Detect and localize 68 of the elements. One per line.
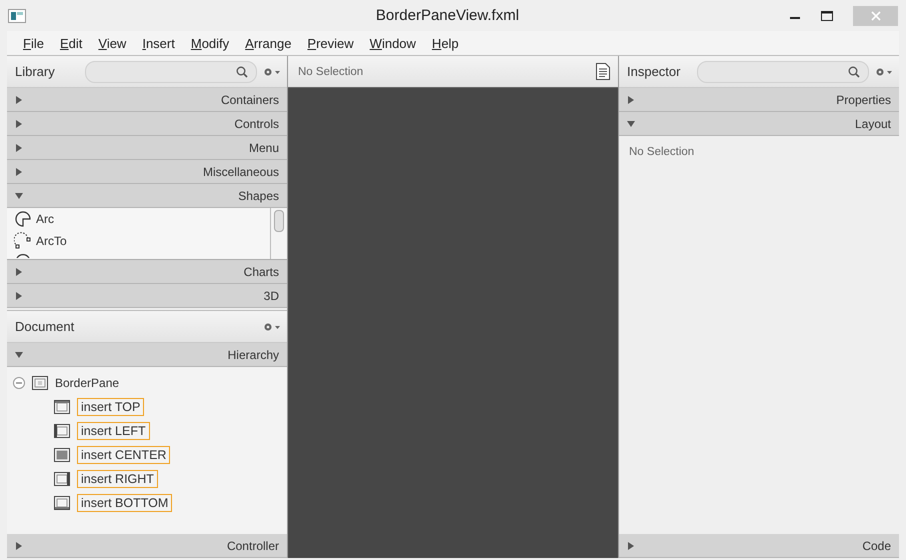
menu-item[interactable]: View	[90, 36, 134, 50]
search-icon	[848, 66, 860, 78]
menu-item[interactable]: Insert	[134, 36, 183, 50]
section-header[interactable]: 3D	[7, 284, 287, 308]
section-header[interactable]: Properties	[619, 88, 899, 112]
shape-icon	[14, 252, 32, 258]
section-header[interactable]: Menu	[7, 136, 287, 160]
section-header[interactable]: Code	[619, 534, 899, 558]
layout-icon	[53, 471, 71, 487]
drop-target[interactable]: insert LEFT	[77, 422, 150, 440]
collapse-icon[interactable]	[13, 377, 25, 389]
collapse-arrow-icon	[15, 192, 23, 200]
section-header[interactable]: Containers	[7, 88, 287, 112]
menu-item[interactable]: Edit	[52, 36, 90, 50]
section-header[interactable]: Layout	[619, 112, 899, 136]
layout-icon	[53, 495, 71, 511]
menu-item[interactable]: File	[15, 36, 52, 50]
section-header[interactable]: Charts	[7, 260, 287, 284]
layout-icon	[53, 447, 71, 463]
expand-arrow-icon	[15, 292, 23, 300]
menu-item[interactable]: Modify	[182, 36, 238, 50]
maximize-icon[interactable]	[821, 10, 833, 20]
arc-icon	[14, 210, 32, 228]
settings-icon[interactable]	[875, 66, 893, 76]
expand-arrow-icon	[15, 542, 23, 550]
menu-item[interactable]: Arrange	[237, 36, 300, 50]
menu-item[interactable]: Preview	[299, 36, 362, 50]
expand-arrow-icon	[15, 268, 23, 276]
status-text: No Selection	[628, 145, 696, 160]
collapse-arrow-icon	[627, 120, 635, 128]
drop-target[interactable]: insert TOP	[77, 398, 144, 416]
menu-item[interactable]: Help	[424, 36, 467, 50]
expand-arrow-icon	[15, 144, 23, 152]
expand-arrow-icon	[627, 96, 635, 104]
drop-target[interactable]: insert RIGHT	[77, 470, 158, 488]
layout-icon	[53, 423, 71, 439]
section-header[interactable]: Controls	[7, 112, 287, 136]
panel-title: Inspector	[627, 64, 682, 79]
scrollbar[interactable]	[270, 208, 287, 259]
tree-item[interactable]: BorderPane	[55, 376, 120, 390]
status-text: No Selection	[298, 66, 364, 78]
expand-arrow-icon	[15, 120, 23, 128]
search-field[interactable]	[85, 60, 257, 82]
panel-title: Document	[15, 319, 76, 334]
app-icon	[8, 8, 26, 22]
layout-icon	[31, 375, 49, 391]
panel-title: Library	[15, 64, 56, 79]
layout-icon	[53, 399, 71, 415]
section-header[interactable]: Controller	[7, 534, 287, 558]
expand-arrow-icon	[15, 96, 23, 104]
menu-item[interactable]: Window	[362, 36, 424, 50]
collapse-arrow-icon	[15, 350, 23, 358]
expand-arrow-icon	[15, 168, 23, 176]
section-header[interactable]: Hierarchy	[7, 343, 287, 367]
search-field[interactable]	[697, 60, 869, 82]
drop-target[interactable]: insert CENTER	[77, 446, 170, 464]
drop-target[interactable]: insert BOTTOM	[77, 494, 172, 512]
expand-arrow-icon	[627, 542, 635, 550]
library-item[interactable]: Arc	[36, 212, 54, 226]
library-item[interactable]: ArcTo	[36, 234, 67, 248]
search-icon	[236, 66, 248, 78]
window-title: BorderPaneView.fxml	[374, 7, 520, 24]
section-header[interactable]: Shapes	[7, 184, 287, 208]
arc-icon	[14, 232, 32, 250]
settings-icon[interactable]	[263, 322, 281, 332]
document-icon[interactable]	[596, 63, 610, 80]
settings-icon[interactable]	[263, 66, 281, 76]
section-header[interactable]: Miscellaneous	[7, 160, 287, 184]
